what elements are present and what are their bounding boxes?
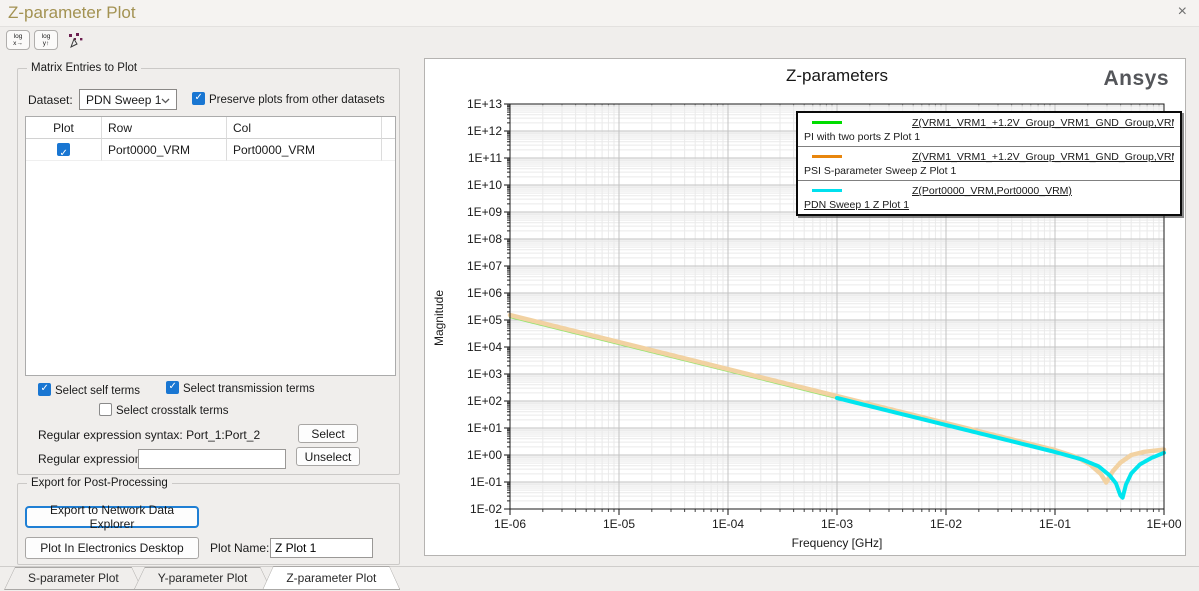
y-tick-label: 1E+01 [466, 421, 502, 435]
log-y-label-top: log [41, 33, 51, 40]
row-plot-checkbox[interactable] [57, 143, 70, 160]
select-transmission-terms-checkbox[interactable]: Select transmission terms [166, 381, 315, 395]
legend-trace-name: Z(VRM1_VRM1_+1.2V_Group_VRM1_GND_Group,V… [912, 117, 1174, 129]
dataset-label: Dataset: [28, 93, 73, 107]
select-button[interactable]: Select [298, 424, 358, 443]
x-tick-label: 1E-04 [711, 517, 745, 531]
checkbox-icon [38, 383, 51, 396]
log-x-label-top: log [13, 33, 23, 40]
legend-dataset-name: PSI S-parameter Sweep Z Plot 1 [804, 165, 957, 177]
x-tick-label: 1E-06 [493, 517, 527, 531]
regex-input[interactable] [138, 449, 286, 469]
preserve-plots-checkbox[interactable]: Preserve plots from other datasets [192, 92, 385, 106]
legend-trace-name: Z(Port0000_VRM,Port0000_VRM) [912, 185, 1072, 197]
column-header-row[interactable]: Row [102, 117, 227, 139]
trace-marker-icon[interactable] [67, 32, 84, 49]
column-header-col[interactable]: Col [227, 117, 382, 139]
table-row[interactable]: Port0000_VRM Port0000_VRM [26, 139, 395, 161]
legend-entry[interactable]: Z(Port0000_VRM,Port0000_VRM) PDN Sweep 1… [798, 181, 1180, 214]
y-tick-label: 1E-02 [469, 502, 502, 516]
y-tick-label: 1E+08 [466, 232, 502, 246]
x-tick-label: 1E+00 [1146, 517, 1182, 531]
table-header-row: Plot Row Col [26, 117, 395, 139]
tab-y-parameter-plot[interactable]: Y-parameter Plot [134, 567, 272, 590]
matrix-entries-group: Matrix Entries to Plot Dataset: PDN Swee… [17, 62, 400, 475]
transmission-terms-label: Select transmission terms [183, 383, 315, 395]
y-tick-label: 1E+00 [466, 448, 502, 462]
checkbox-icon [166, 381, 179, 394]
checkbox-icon [192, 92, 205, 105]
log-y-axis-button[interactable]: log y↑ [34, 30, 58, 50]
dataset-value: PDN Sweep 1 [86, 92, 162, 107]
export-group-title: Export for Post-Processing [27, 477, 172, 489]
column-header-plot[interactable]: Plot [26, 117, 102, 139]
y-tick-label: 1E+11 [467, 151, 502, 165]
select-self-terms-checkbox[interactable]: Select self terms [38, 383, 140, 397]
legend-line-swatch [812, 189, 842, 192]
window-title: Z-parameter Plot [8, 3, 136, 22]
export-group: Export for Post-Processing Export to Net… [17, 477, 400, 565]
legend[interactable]: Z(VRM1_VRM1_+1.2V_Group_VRM1_GND_Group,V… [796, 111, 1182, 216]
preserve-plots-label: Preserve plots from other datasets [209, 94, 385, 106]
legend-trace-name: Z(VRM1_VRM1_+1.2V_Group_VRM1_GND_Group,V… [912, 151, 1174, 163]
column-header-spacer [382, 117, 395, 139]
tab-label: Z-parameter Plot [286, 571, 377, 585]
legend-entry[interactable]: Z(VRM1_VRM1_+1.2V_Group_VRM1_GND_Group,V… [798, 113, 1180, 147]
row-spacer-cell [382, 139, 395, 161]
select-crosstalk-terms-checkbox[interactable]: Select crosstalk terms [99, 403, 228, 417]
checkbox-icon [99, 403, 112, 416]
y-tick-label: 1E+04 [466, 340, 502, 354]
x-tick-label: 1E-02 [929, 517, 963, 531]
x-tick-label: 1E-03 [820, 517, 854, 531]
matrix-entries-panel: Matrix Entries to Plot Dataset: PDN Swee… [0, 58, 412, 565]
x-tick-label: 1E-01 [1038, 517, 1072, 531]
y-tick-label: 1E+09 [466, 205, 502, 219]
tab-label: Y-parameter Plot [157, 571, 248, 585]
legend-line-swatch [812, 155, 842, 158]
col-cell[interactable]: Port0000_VRM [227, 139, 382, 161]
unselect-button[interactable]: Unselect [296, 447, 360, 466]
y-tick-label: 1E+05 [466, 313, 502, 327]
log-y-label-bottom: y↑ [42, 40, 50, 47]
row-cell[interactable]: Port0000_VRM [102, 139, 227, 161]
tab-bar: S-parameter Plot Y-parameter Plot Z-para… [0, 566, 1199, 591]
y-tick-label: 1E+03 [466, 367, 502, 381]
chart-panel: Z-parameters Ansys Magnitude Frequency [… [424, 58, 1186, 556]
crosstalk-terms-label: Select crosstalk terms [116, 405, 229, 417]
legend-entry[interactable]: Z(VRM1_VRM1_+1.2V_Group_VRM1_GND_Group,V… [798, 147, 1180, 181]
x-tick-label: 1E-05 [602, 517, 636, 531]
regex-label: Regular expression: [38, 452, 145, 466]
tab-s-parameter-plot[interactable]: S-parameter Plot [4, 567, 143, 590]
title-bar: Z-parameter Plot × [0, 0, 1199, 27]
y-tick-label: 1E+12 [466, 124, 502, 138]
export-network-data-explorer-button[interactable]: Export to Network Data Explorer [25, 503, 199, 531]
y-tick-label: 1E-01 [469, 475, 502, 489]
self-terms-label: Select self terms [55, 385, 140, 397]
toolbar: log x→ log y↑ [0, 27, 1199, 53]
y-tick-label: 1E+07 [466, 259, 502, 273]
plot-name-label: Plot Name: [210, 541, 270, 555]
log-x-label-bottom: x→ [13, 40, 23, 47]
plot-cell[interactable] [26, 139, 102, 161]
regex-syntax-hint: Regular expression syntax: Port_1:Port_2 [38, 428, 261, 442]
matrix-table: Plot Row Col Port0000_VRM Port0000_VRM [25, 116, 396, 376]
plot-in-electronics-desktop-button[interactable]: Plot In Electronics Desktop [25, 537, 199, 559]
y-tick-label: 1E+06 [466, 286, 502, 300]
dataset-select[interactable]: PDN Sweep 1 [79, 89, 177, 110]
tab-label: S-parameter Plot [28, 571, 119, 585]
chevron-down-icon [161, 98, 170, 104]
log-x-axis-button[interactable]: log x→ [6, 30, 30, 50]
legend-dataset-name: PDN Sweep 1 Z Plot 1 [804, 199, 910, 211]
y-tick-label: 1E+02 [466, 394, 502, 408]
legend-line-swatch [812, 121, 842, 124]
y-tick-label: 1E+10 [466, 178, 502, 192]
plot-name-input[interactable] [270, 538, 373, 558]
matrix-entries-group-title: Matrix Entries to Plot [27, 62, 142, 74]
close-icon[interactable]: × [1178, 4, 1187, 20]
tab-z-parameter-plot[interactable]: Z-parameter Plot [262, 566, 400, 590]
y-tick-label: 1E+13 [466, 97, 502, 111]
legend-dataset-name: PI with two ports Z Plot 1 [804, 131, 921, 143]
